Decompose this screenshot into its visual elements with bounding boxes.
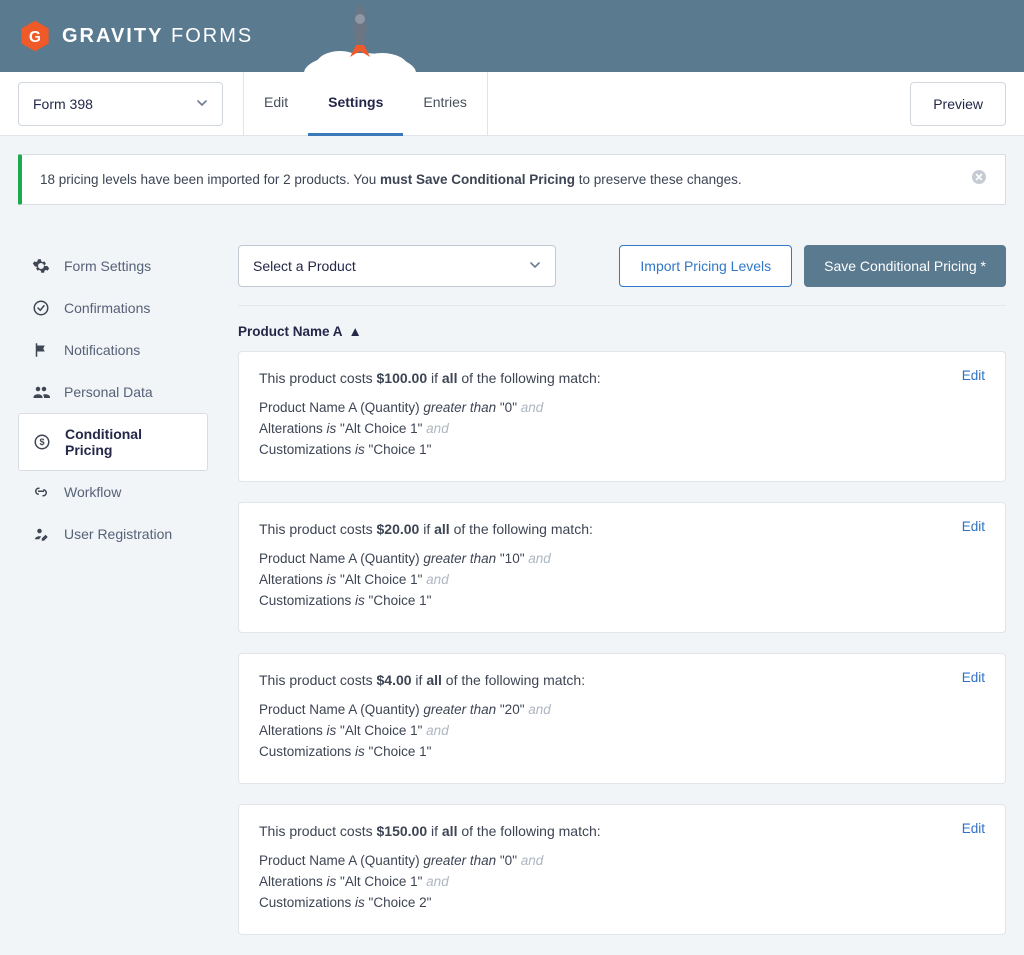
rule-header: This product costs $150.00 if all of the… [259,823,985,839]
edit-link[interactable]: Edit [962,670,985,685]
sidebar-item-personal-data[interactable]: Personal Data [18,371,208,413]
rule-condition: Product Name A (Quantity) greater than "… [259,400,985,415]
notice-bar: 18 pricing levels have been imported for… [18,154,1006,205]
check-circle-icon [32,299,50,317]
chevron-down-icon [529,258,541,274]
product-select-label: Select a Product [253,258,356,274]
sidebar-item-form-settings[interactable]: Form Settings [18,245,208,287]
sidebar-item-confirmations[interactable]: Confirmations [18,287,208,329]
rocket-icon [300,0,420,80]
logo-icon: G [18,19,52,53]
top-header: G GRAVITY FORMS [0,0,1024,72]
tab-settings[interactable]: Settings [308,72,403,136]
form-selector-label: Form 398 [33,96,93,112]
save-button[interactable]: Save Conditional Pricing * [804,245,1006,287]
logo: G GRAVITY FORMS [18,19,253,53]
link-icon [32,483,50,501]
flag-icon [32,341,50,359]
sidebar-item-label: Form Settings [64,258,151,274]
dollar-icon: $ [33,433,51,451]
form-selector[interactable]: Form 398 [18,82,223,126]
import-button[interactable]: Import Pricing Levels [619,245,792,287]
edit-link[interactable]: Edit [962,519,985,534]
svg-text:G: G [29,29,41,46]
rule-condition: Customizations is "Choice 1" [259,442,985,457]
logo-text: GRAVITY FORMS [62,25,253,48]
rule-condition: Customizations is "Choice 2" [259,895,985,910]
gear-icon [32,257,50,275]
sidebar-item-label: Conditional Pricing [65,426,193,458]
rule-header: This product costs $20.00 if all of the … [259,521,985,537]
rule-condition: Product Name A (Quantity) greater than "… [259,551,985,566]
person-edit-icon [32,525,50,543]
rule-header: This product costs $4.00 if all of the f… [259,672,985,688]
rule-header: This product costs $100.00 if all of the… [259,370,985,386]
tabs: EditSettingsEntries [243,72,488,136]
product-select[interactable]: Select a Product [238,245,556,287]
rule-condition: Product Name A (Quantity) greater than "… [259,702,985,717]
sidebar-item-conditional-pricing[interactable]: $ Conditional Pricing [18,413,208,471]
sidebar-item-workflow[interactable]: Workflow [18,471,208,513]
sidebar-item-label: User Registration [64,526,172,542]
sidebar-item-notifications[interactable]: Notifications [18,329,208,371]
sidebar-item-label: Notifications [64,342,140,358]
rule-condition: Product Name A (Quantity) greater than "… [259,853,985,868]
rule-condition: Alterations is "Alt Choice 1" and [259,874,985,889]
close-icon[interactable] [971,169,987,190]
rule-condition: Alterations is "Alt Choice 1" and [259,421,985,436]
svg-text:$: $ [39,437,44,447]
pricing-rule: EditThis product costs $100.00 if all of… [238,351,1006,482]
tab-entries[interactable]: Entries [403,72,487,136]
sidebar-item-user-registration[interactable]: User Registration [18,513,208,555]
sidebar-item-label: Personal Data [64,384,153,400]
edit-link[interactable]: Edit [962,368,985,383]
rule-condition: Customizations is "Choice 1" [259,593,985,608]
edit-link[interactable]: Edit [962,821,985,836]
panel-controls: Select a Product Import Pricing Levels S… [238,245,1006,306]
pricing-rule: EditThis product costs $4.00 if all of t… [238,653,1006,784]
caret-up-icon: ▲ [349,324,362,339]
secondary-nav: Form 398 EditSettingsEntries Preview [0,72,1024,136]
rule-condition: Alterations is "Alt Choice 1" and [259,723,985,738]
preview-button[interactable]: Preview [910,82,1006,126]
rule-condition: Customizations is "Choice 1" [259,744,985,759]
settings-sidebar: Form Settings Confirmations Notifications P… [18,245,208,955]
sidebar-item-label: Confirmations [64,300,150,316]
rule-condition: Alterations is "Alt Choice 1" and [259,572,985,587]
notice-text: 18 pricing levels have been imported for… [40,172,742,187]
pricing-rule: EditThis product costs $150.00 if all of… [238,804,1006,935]
pricing-rule: EditThis product costs $20.00 if all of … [238,502,1006,633]
main-panel: Select a Product Import Pricing Levels S… [238,245,1006,955]
tab-edit[interactable]: Edit [244,72,308,136]
product-group-label[interactable]: Product Name A ▲ [238,324,1006,339]
sidebar-item-label: Workflow [64,484,121,500]
chevron-down-icon [196,96,208,112]
people-icon [32,383,50,401]
